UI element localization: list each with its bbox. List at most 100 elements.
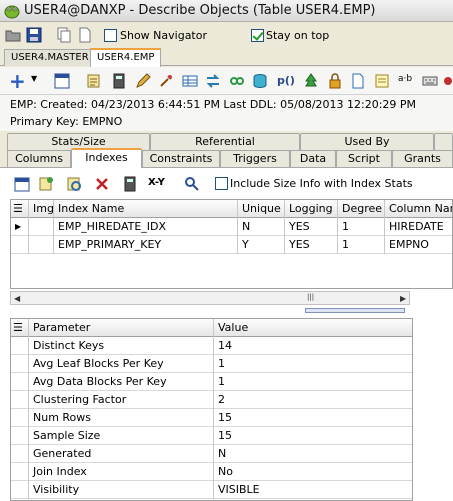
index-grid-scrollbar[interactable]: ◀ ||| ▶ bbox=[10, 291, 410, 305]
table-row[interactable]: Avg Data Blocks Per Key 1 bbox=[11, 373, 412, 391]
database-icon[interactable] bbox=[252, 73, 268, 89]
cell-column-name[interactable]: EMPNO bbox=[385, 236, 452, 254]
tab-constraints[interactable]: Constraints bbox=[142, 150, 220, 168]
cell-parameter[interactable]: Clustering Factor bbox=[29, 391, 214, 409]
script-icon[interactable] bbox=[86, 73, 102, 89]
cell-value[interactable]: N bbox=[214, 445, 412, 463]
cell-parameter[interactable]: Join Index bbox=[29, 463, 214, 481]
lock-icon[interactable] bbox=[327, 73, 343, 89]
tab-data[interactable]: Data bbox=[290, 150, 336, 168]
window-toolbar: Show Navigator Stay on top bbox=[0, 22, 453, 48]
cell-value[interactable]: 15 bbox=[214, 409, 412, 427]
more-icon[interactable] bbox=[444, 73, 453, 89]
splitter-handle[interactable] bbox=[305, 308, 405, 313]
index-calculator-icon[interactable] bbox=[122, 176, 138, 192]
app-frog-icon bbox=[4, 5, 20, 19]
header-parameter[interactable]: Parameter bbox=[29, 319, 214, 337]
tab-grants[interactable]: Grants bbox=[392, 150, 453, 168]
add-icon[interactable]: + bbox=[9, 69, 26, 93]
cell-parameter[interactable]: Avg Leaf Blocks Per Key bbox=[29, 355, 214, 373]
cell-parameter[interactable]: Visibility bbox=[29, 481, 214, 499]
xy-button[interactable]: X-Y bbox=[148, 177, 165, 188]
transfer-icon[interactable] bbox=[205, 73, 221, 89]
table-row[interactable]: Generated N bbox=[11, 445, 412, 463]
table-row[interactable]: EMP_PRIMARY_KEY Y YES 1 EMPNO bbox=[11, 236, 452, 254]
cell-index-name[interactable]: EMP_PRIMARY_KEY bbox=[54, 236, 238, 254]
doc-tab-user4-emp[interactable]: USER4.EMP bbox=[90, 48, 162, 67]
chevron-down-icon[interactable]: ▼ bbox=[31, 74, 37, 83]
refresh-index-icon[interactable] bbox=[66, 176, 82, 192]
show-navigator-checkbox[interactable] bbox=[104, 29, 117, 42]
cell-value[interactable]: No bbox=[214, 463, 412, 481]
tab-columns[interactable]: Columns bbox=[7, 150, 71, 168]
table-row[interactable]: Distinct Keys 14 bbox=[11, 337, 412, 355]
procedure-button[interactable]: p() bbox=[277, 74, 295, 87]
table-row[interactable]: Sample Size 15 bbox=[11, 427, 412, 445]
cell-value[interactable]: VISIBLE bbox=[214, 481, 412, 499]
table-row[interactable]: Join Index No bbox=[11, 463, 412, 481]
tab-indexes[interactable]: Indexes bbox=[71, 148, 142, 168]
table-row[interactable]: Visibility VISIBLE bbox=[11, 481, 412, 499]
ab-button[interactable]: a·b bbox=[398, 74, 412, 84]
cell-value[interactable]: 1 bbox=[214, 355, 412, 373]
cell-value[interactable]: 15 bbox=[214, 427, 412, 445]
tab-script[interactable]: Script bbox=[336, 150, 392, 168]
scroll-left-icon[interactable]: ◀ bbox=[14, 294, 20, 303]
analyze-icon[interactable] bbox=[184, 176, 200, 192]
cell-value[interactable]: 2 bbox=[214, 391, 412, 409]
doc-tab-user4-master[interactable]: USER4.MASTER bbox=[4, 49, 96, 66]
cell-logging[interactable]: YES bbox=[285, 218, 338, 236]
tab-triggers[interactable]: Triggers bbox=[220, 150, 290, 168]
cell-degree[interactable]: 1 bbox=[338, 236, 385, 254]
cell-unique[interactable]: Y bbox=[238, 236, 285, 254]
tab-referential[interactable]: Referential bbox=[150, 133, 300, 151]
keyboard-icon[interactable] bbox=[422, 73, 438, 89]
folder-icon[interactable] bbox=[5, 27, 21, 43]
scrollbar-grip[interactable]: ||| bbox=[307, 293, 314, 301]
include-size-checkbox[interactable] bbox=[215, 177, 228, 190]
cell-value[interactable]: 14 bbox=[214, 337, 412, 355]
header-value[interactable]: Value bbox=[214, 319, 412, 337]
delete-index-icon[interactable] bbox=[94, 176, 110, 192]
header-unique[interactable]: Unique bbox=[238, 200, 285, 218]
cell-parameter[interactable]: Sample Size bbox=[29, 427, 214, 445]
header-img[interactable]: Img bbox=[29, 200, 54, 218]
window-icon[interactable] bbox=[54, 73, 70, 89]
cell-logging[interactable]: YES bbox=[285, 236, 338, 254]
header-degree[interactable]: Degree bbox=[338, 200, 385, 218]
table-row[interactable]: Avg Leaf Blocks Per Key 1 bbox=[11, 355, 412, 373]
table-row[interactable]: ▶ EMP_HIREDATE_IDX N YES 1 HIREDATE bbox=[11, 218, 452, 236]
tools-icon[interactable] bbox=[158, 73, 174, 89]
stay-on-top-checkbox[interactable] bbox=[251, 29, 264, 42]
link-icon[interactable] bbox=[229, 73, 245, 89]
cell-parameter[interactable]: Generated bbox=[29, 445, 214, 463]
cell-unique[interactable]: N bbox=[238, 218, 285, 236]
header-column-name[interactable]: Column Name bbox=[385, 200, 452, 218]
notes-icon[interactable] bbox=[374, 73, 390, 89]
tab-used-by[interactable]: Used By bbox=[300, 133, 434, 151]
copy-icon[interactable] bbox=[56, 27, 72, 43]
page-icon[interactable] bbox=[350, 73, 366, 89]
new-index-icon[interactable] bbox=[38, 176, 54, 192]
table-row[interactable]: Clustering Factor 2 bbox=[11, 391, 412, 409]
calculator-icon[interactable] bbox=[111, 73, 127, 89]
cell-parameter[interactable]: Distinct Keys bbox=[29, 337, 214, 355]
row-selector bbox=[11, 427, 29, 445]
cell-value[interactable]: 1 bbox=[214, 373, 412, 391]
cell-parameter[interactable]: Num Rows bbox=[29, 409, 214, 427]
save-icon[interactable] bbox=[26, 27, 42, 43]
header-logging[interactable]: Logging bbox=[285, 200, 338, 218]
tab-overflow[interactable] bbox=[434, 133, 453, 151]
document-icon[interactable] bbox=[77, 27, 93, 43]
table-row[interactable]: Num Rows 15 bbox=[11, 409, 412, 427]
cell-degree[interactable]: 1 bbox=[338, 218, 385, 236]
cell-index-name[interactable]: EMP_HIREDATE_IDX bbox=[54, 218, 238, 236]
grid-icon[interactable] bbox=[182, 73, 198, 89]
header-index-name[interactable]: Index Name bbox=[54, 200, 238, 218]
edit-icon[interactable] bbox=[135, 73, 151, 89]
cell-parameter[interactable]: Avg Data Blocks Per Key bbox=[29, 373, 214, 391]
tree-icon[interactable] bbox=[303, 73, 319, 89]
calendar-icon[interactable] bbox=[14, 176, 30, 192]
cell-column-name[interactable]: HIREDATE bbox=[385, 218, 452, 236]
scroll-right-icon[interactable]: ▶ bbox=[400, 294, 406, 303]
